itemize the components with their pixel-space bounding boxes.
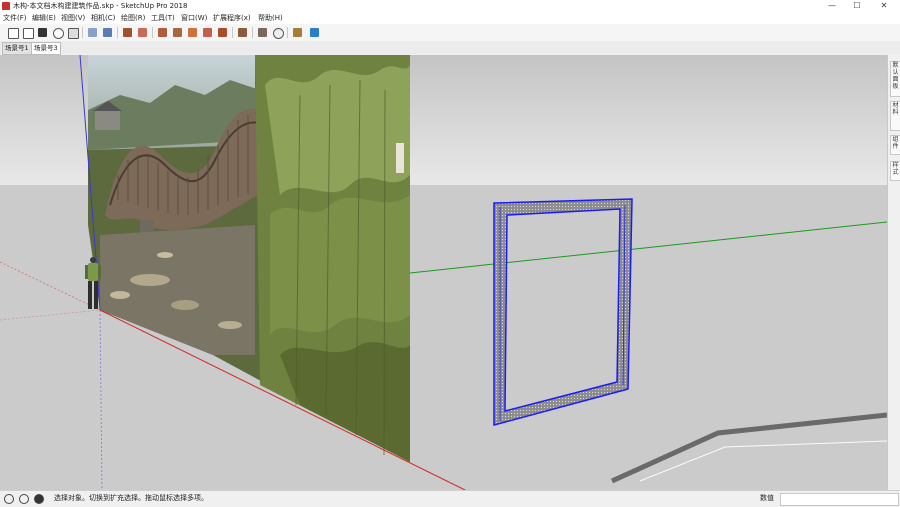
- eraser-icon[interactable]: [138, 28, 147, 37]
- scene-tabs: 场景号1 场景号3: [0, 41, 900, 55]
- menu-window[interactable]: 窗口(W): [181, 13, 207, 23]
- orbit-icon[interactable]: [273, 28, 284, 39]
- scene-canvas[interactable]: [0, 55, 887, 490]
- menu-edit[interactable]: 编辑(E): [32, 13, 56, 23]
- toolbar-separator: [152, 27, 153, 38]
- main-toolbar: [0, 24, 900, 42]
- measurements-label: 数值: [760, 494, 774, 502]
- side-tab-components[interactable]: 组件: [890, 135, 900, 155]
- arc-icon[interactable]: [188, 28, 197, 37]
- measurements-input[interactable]: [780, 493, 899, 506]
- model-info-icon[interactable]: [88, 28, 97, 37]
- status-bar: 选择对象。切换到扩充选择。拖动鼠标选择多项。 数值: [0, 490, 900, 507]
- minimize-button[interactable]: —: [818, 0, 846, 12]
- toolbar-separator: [287, 27, 288, 38]
- menu-camera[interactable]: 相机(C): [91, 13, 115, 23]
- push-pull-icon[interactable]: [218, 28, 227, 37]
- tab-scene-3[interactable]: 场景号3: [31, 42, 61, 55]
- sketchup-logo-icon: [2, 2, 10, 10]
- menu-file[interactable]: 文件(F): [3, 13, 27, 23]
- line-icon[interactable]: [173, 28, 182, 37]
- menu-bar: 文件(F) 编辑(E) 视图(V) 相机(C) 绘图(R) 工具(T) 窗口(W…: [0, 12, 900, 24]
- save-icon[interactable]: [38, 28, 47, 37]
- side-tab-styles[interactable]: 样式: [890, 161, 900, 181]
- side-tab-default[interactable]: 默认面板: [890, 61, 900, 97]
- toolbar-separator: [252, 27, 253, 38]
- user-account-icon[interactable]: [34, 494, 44, 504]
- pencil-icon[interactable]: [203, 28, 212, 37]
- close-button[interactable]: ✕: [870, 0, 898, 12]
- section-icon[interactable]: [310, 28, 319, 37]
- side-tab-materials[interactable]: 材料: [890, 101, 900, 131]
- rotate-icon[interactable]: [258, 28, 267, 37]
- credits-icon[interactable]: [19, 494, 29, 504]
- menu-tools[interactable]: 工具(T): [151, 13, 175, 23]
- window-title: 木构-本文档木构建建筑作品.skp - SketchUp Pro 2018: [13, 2, 188, 10]
- move-icon[interactable]: [238, 28, 247, 37]
- title-bar: 木构-本文档木构建建筑作品.skp - SketchUp Pro 2018 — …: [0, 0, 900, 12]
- menu-draw[interactable]: 绘图(R): [121, 13, 145, 23]
- tab-scene-1[interactable]: 场景号1: [2, 42, 32, 55]
- menu-help[interactable]: 帮助(H): [258, 13, 283, 23]
- default-tray: 默认面板 材料 组件 样式: [887, 55, 900, 490]
- status-message: 选择对象。切换到扩充选择。拖动鼠标选择多项。: [54, 494, 208, 502]
- menu-extensions[interactable]: 扩展程序(x): [213, 13, 251, 23]
- toolbar-separator: [117, 27, 118, 38]
- toolbar-separator: [82, 27, 83, 38]
- walk-icon[interactable]: [293, 28, 302, 37]
- geo-location-icon[interactable]: [4, 494, 14, 504]
- print-icon[interactable]: [68, 28, 79, 39]
- open-icon[interactable]: [23, 28, 34, 39]
- maximize-button[interactable]: ☐: [843, 0, 871, 12]
- undo-icon[interactable]: [53, 28, 64, 39]
- drawing-viewport[interactable]: [0, 55, 887, 490]
- tape-icon[interactable]: [158, 28, 167, 37]
- toolbar-separator: [232, 27, 233, 38]
- menu-view[interactable]: 视图(V): [61, 13, 85, 23]
- components-icon[interactable]: [103, 28, 112, 37]
- new-icon[interactable]: [8, 28, 19, 39]
- paint-icon[interactable]: [123, 28, 132, 37]
